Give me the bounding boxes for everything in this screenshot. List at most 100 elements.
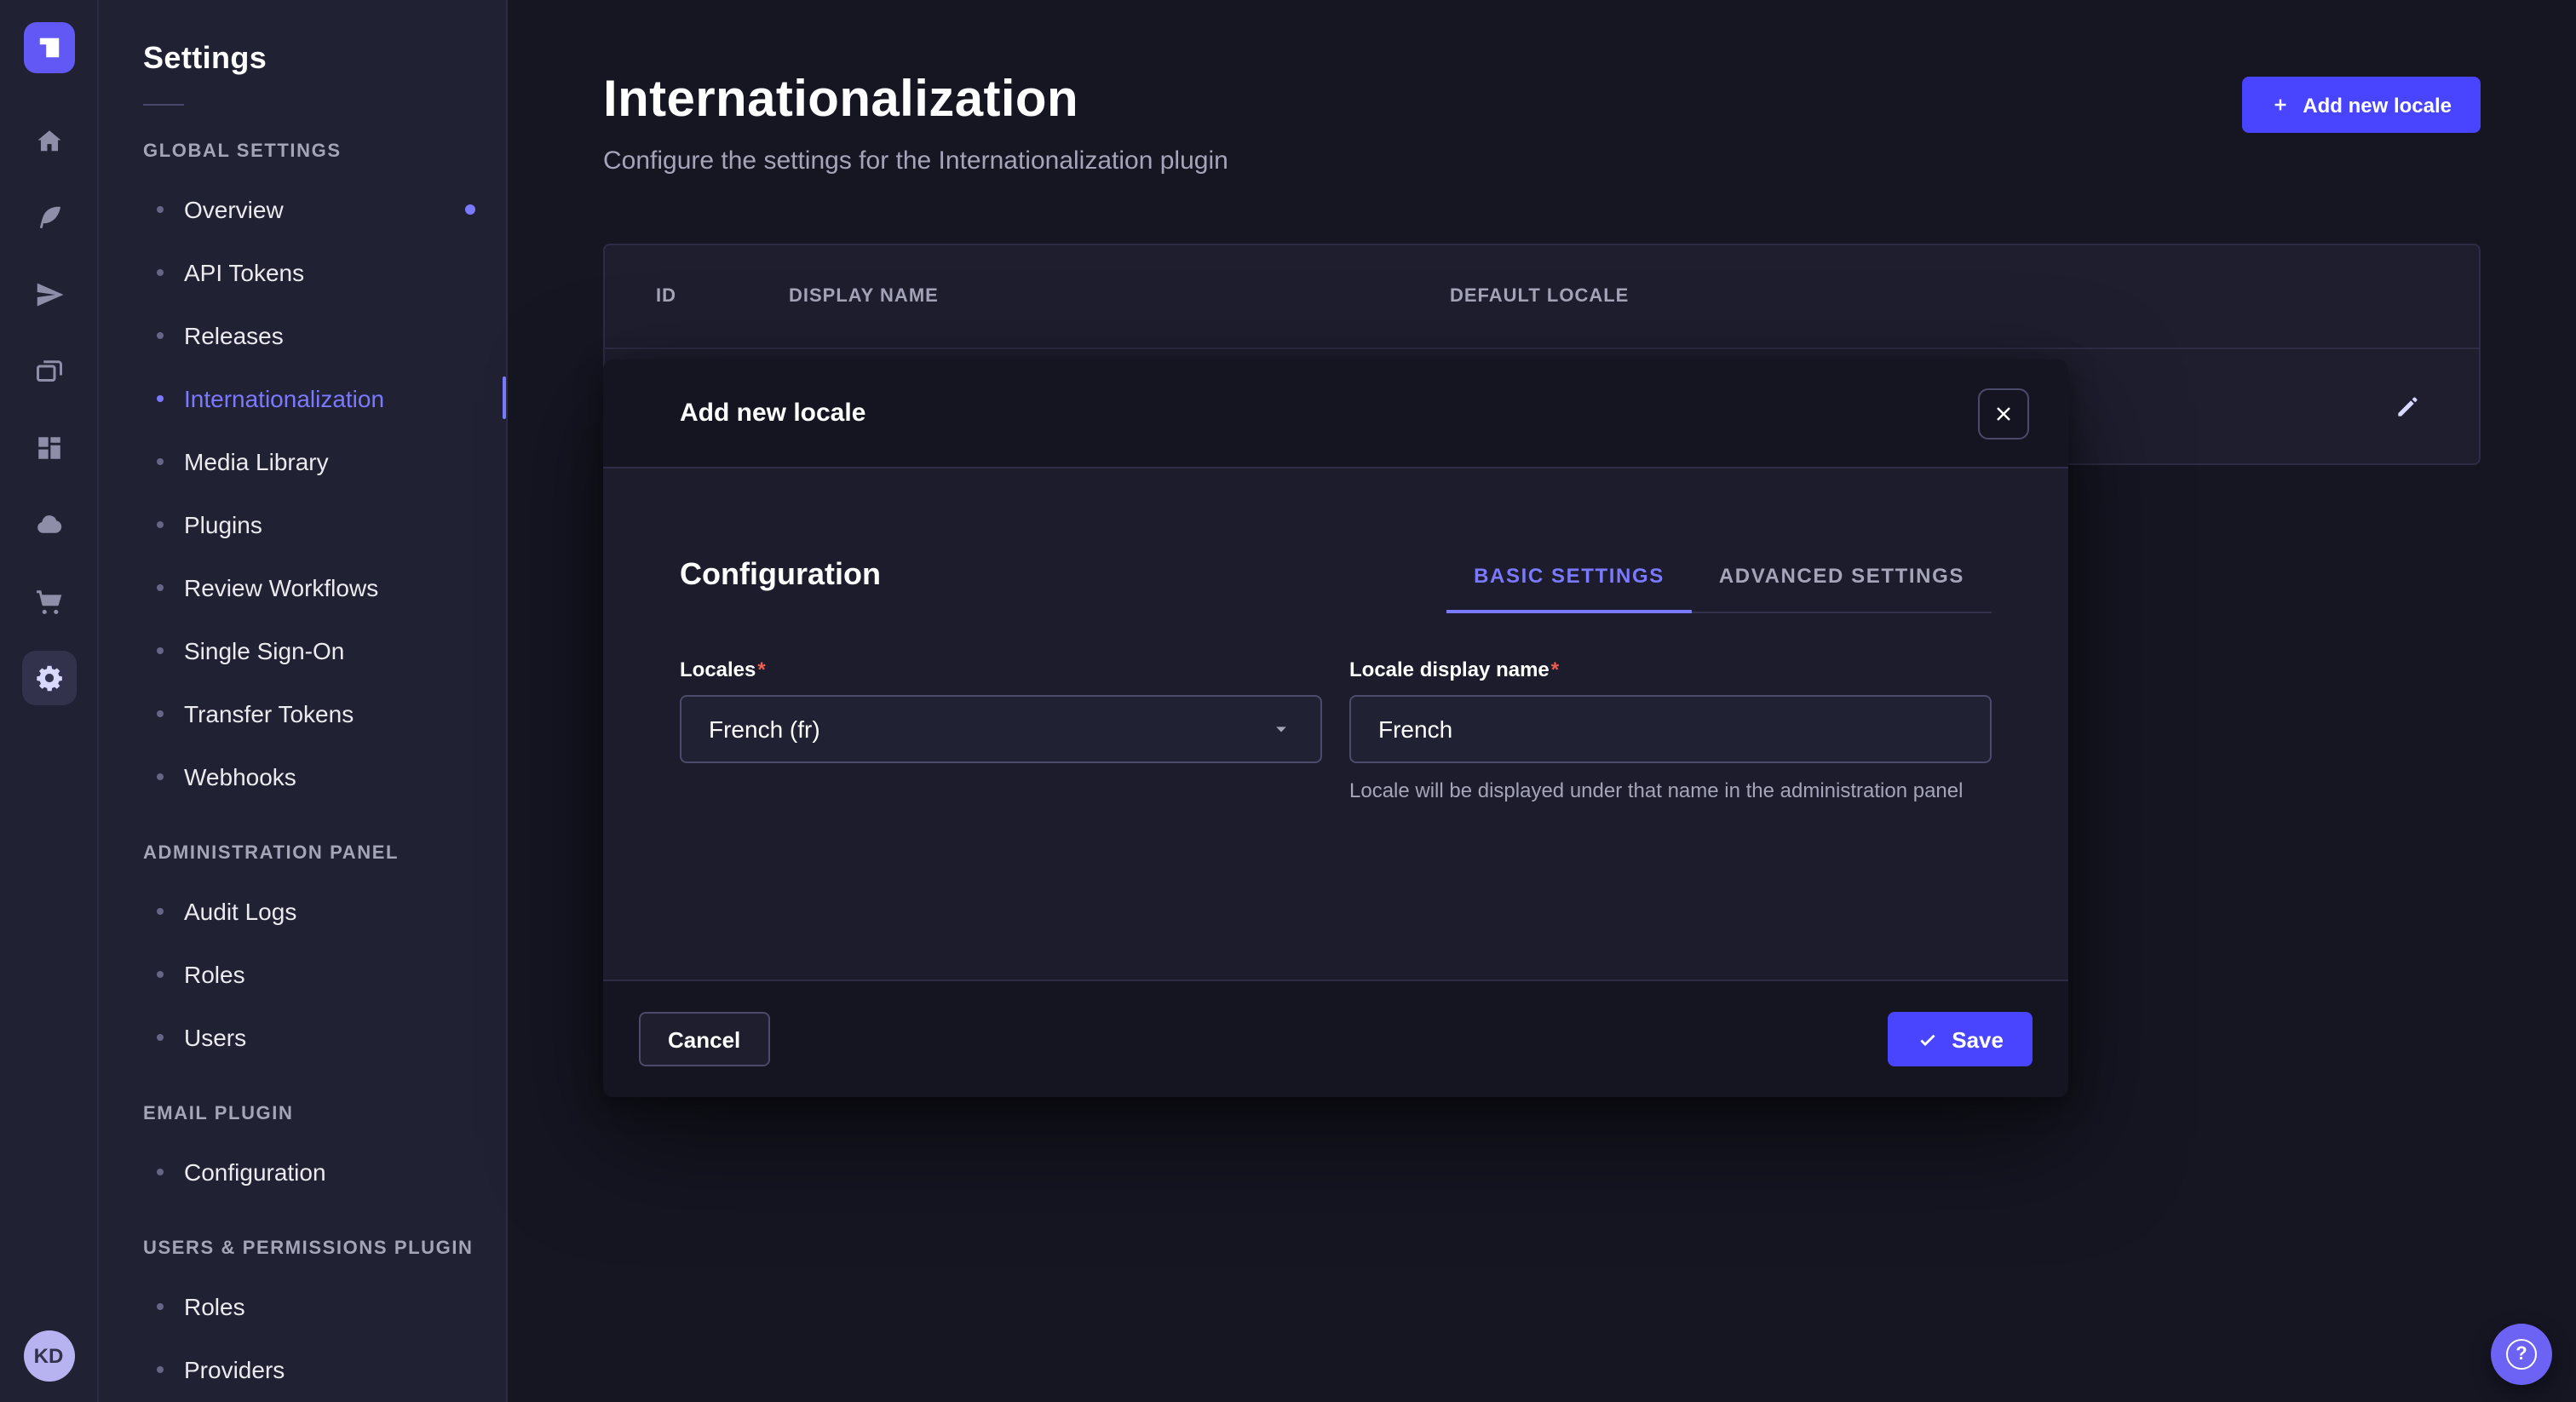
sidebar-item-admin-users[interactable]: Users [143,1005,506,1068]
pencil-icon [2394,393,2421,420]
help-icon: ? [2506,1339,2537,1370]
bullet-icon [157,205,164,212]
sidebar-item-up-roles[interactable]: Roles [143,1274,506,1337]
modal-title: Add new locale [680,399,865,428]
check-icon [1916,1028,1938,1050]
plus-icon [2270,95,2289,114]
bullet-icon [157,394,164,401]
bullet-icon [157,710,164,716]
bullet-icon [157,773,164,779]
add-locale-modal: Add new locale Configuration BASIC SETTI… [603,359,2068,1097]
media-library-icon[interactable] [21,344,76,399]
display-name-field: Locale display name* Locale will be disp… [1349,658,1992,806]
help-button[interactable]: ? [2491,1324,2552,1385]
add-new-locale-label: Add new locale [2303,93,2452,117]
sidebar-item-single-sign-on[interactable]: Single Sign-On [143,618,506,681]
sidebar-item-label: Audit Logs [184,897,296,924]
configuration-title: Configuration [680,557,881,613]
save-label: Save [1952,1026,2004,1052]
locales-field: Locales* French (fr) [680,658,1322,806]
nav-rail: KD [0,0,99,1402]
sidebar-item-label: Roles [184,1292,245,1319]
section-label-global-settings: GLOBAL SETTINGS [143,141,506,162]
display-name-hint: Locale will be displayed under that name… [1349,777,1992,806]
sidebar-item-webhooks[interactable]: Webhooks [143,744,506,807]
modal-body: Configuration BASIC SETTINGS ADVANCED SE… [603,468,2068,980]
strapi-logo[interactable] [23,22,74,73]
bullet-icon [157,1033,164,1040]
sidebar-item-label: Roles [184,960,245,987]
sidebar-item-review-workflows[interactable]: Review Workflows [143,555,506,618]
tab-advanced-settings[interactable]: ADVANCED SETTINGS [1692,564,1992,612]
section-label-users-permissions-plugin: USERS & PERMISSIONS PLUGIN [143,1238,506,1259]
section-label-administration-panel: ADMINISTRATION PANEL [143,843,506,864]
releases-icon[interactable] [21,267,76,322]
locale-form-row: Locales* French (fr) Locale display name… [680,658,1992,806]
bullet-icon [157,970,164,977]
close-modal-button[interactable] [1978,388,2029,439]
sidebar-item-label: Single Sign-On [184,636,344,664]
page-header: Internationalization Configure the setti… [603,68,2481,175]
modal-tabs: BASIC SETTINGS ADVANCED SETTINGS [1446,564,1992,613]
page-subtitle: Configure the settings for the Internati… [603,147,1228,175]
title-divider [143,104,184,106]
modal-header: Add new locale [603,359,2068,468]
sidebar-title: Settings [143,41,506,77]
sidebar-item-audit-logs[interactable]: Audit Logs [143,879,506,942]
page-title: Internationalization [603,72,1228,129]
sidebar-item-label: Configuration [184,1158,326,1185]
cloud-icon[interactable] [21,497,76,552]
sidebar-item-up-providers[interactable]: Providers [143,1337,506,1400]
display-name-label: Locale display name* [1349,658,1992,681]
content-type-builder-icon[interactable] [21,421,76,475]
close-icon [1993,403,2014,423]
sidebar-item-transfer-tokens[interactable]: Transfer Tokens [143,681,506,744]
locales-select[interactable]: French (fr) [680,695,1322,763]
sidebar-item-label: Overview [184,195,284,222]
sidebar-item-label: Releases [184,321,284,348]
sidebar-item-api-tokens[interactable]: API Tokens [143,240,506,303]
bullet-icon [157,1302,164,1309]
add-new-locale-button[interactable]: Add new locale [2241,77,2481,133]
marketplace-cart-icon[interactable] [21,574,76,629]
sidebar-item-email-configuration[interactable]: Configuration [143,1140,506,1203]
sidebar-item-admin-roles[interactable]: Roles [143,942,506,1005]
app: KD Settings GLOBAL SETTINGS Overview API… [0,0,2576,1402]
sidebar-item-overview[interactable]: Overview [143,177,506,240]
locales-label: Locales* [680,658,1322,681]
modal-footer: Cancel Save [603,980,2068,1097]
sidebar-item-label: Internationalization [184,384,384,411]
tab-basic-settings[interactable]: BASIC SETTINGS [1446,564,1692,612]
user-avatar[interactable]: KD [23,1330,74,1382]
notification-dot [465,204,475,214]
sidebar-item-releases[interactable]: Releases [143,303,506,366]
chevron-down-icon [1269,717,1293,741]
sidebar-item-plugins[interactable]: Plugins [143,492,506,555]
column-header-default-locale: DEFAULT LOCALE [1450,286,2360,307]
edit-locale-button[interactable] [2387,386,2428,427]
bullet-icon [157,1365,164,1372]
table-header-row: ID DISPLAY NAME DEFAULT LOCALE [605,245,2479,348]
bullet-icon [157,520,164,527]
bullet-icon [157,907,164,914]
column-header-display-name: DISPLAY NAME [789,286,1450,307]
display-name-input[interactable] [1349,695,1992,763]
home-icon[interactable] [21,114,76,169]
sidebar-item-label: Transfer Tokens [184,699,354,727]
sidebar-item-internationalization[interactable]: Internationalization [143,366,506,429]
settings-gear-icon[interactable] [21,651,76,705]
section-label-email-plugin: EMAIL PLUGIN [143,1104,506,1124]
sidebar-item-label: Users [184,1023,246,1050]
locales-select-value: French (fr) [709,715,820,743]
save-button[interactable]: Save [1887,1012,2033,1066]
required-asterisk: * [757,658,765,681]
configuration-header: Configuration BASIC SETTINGS ADVANCED SE… [680,557,1992,613]
content-manager-icon[interactable] [21,191,76,245]
sidebar-item-media-library[interactable]: Media Library [143,429,506,492]
cancel-button[interactable]: Cancel [639,1012,769,1066]
bullet-icon [157,1168,164,1175]
required-asterisk: * [1551,658,1559,681]
sidebar-item-label: Webhooks [184,762,296,790]
sidebar-item-label: API Tokens [184,258,304,285]
bullet-icon [157,331,164,338]
